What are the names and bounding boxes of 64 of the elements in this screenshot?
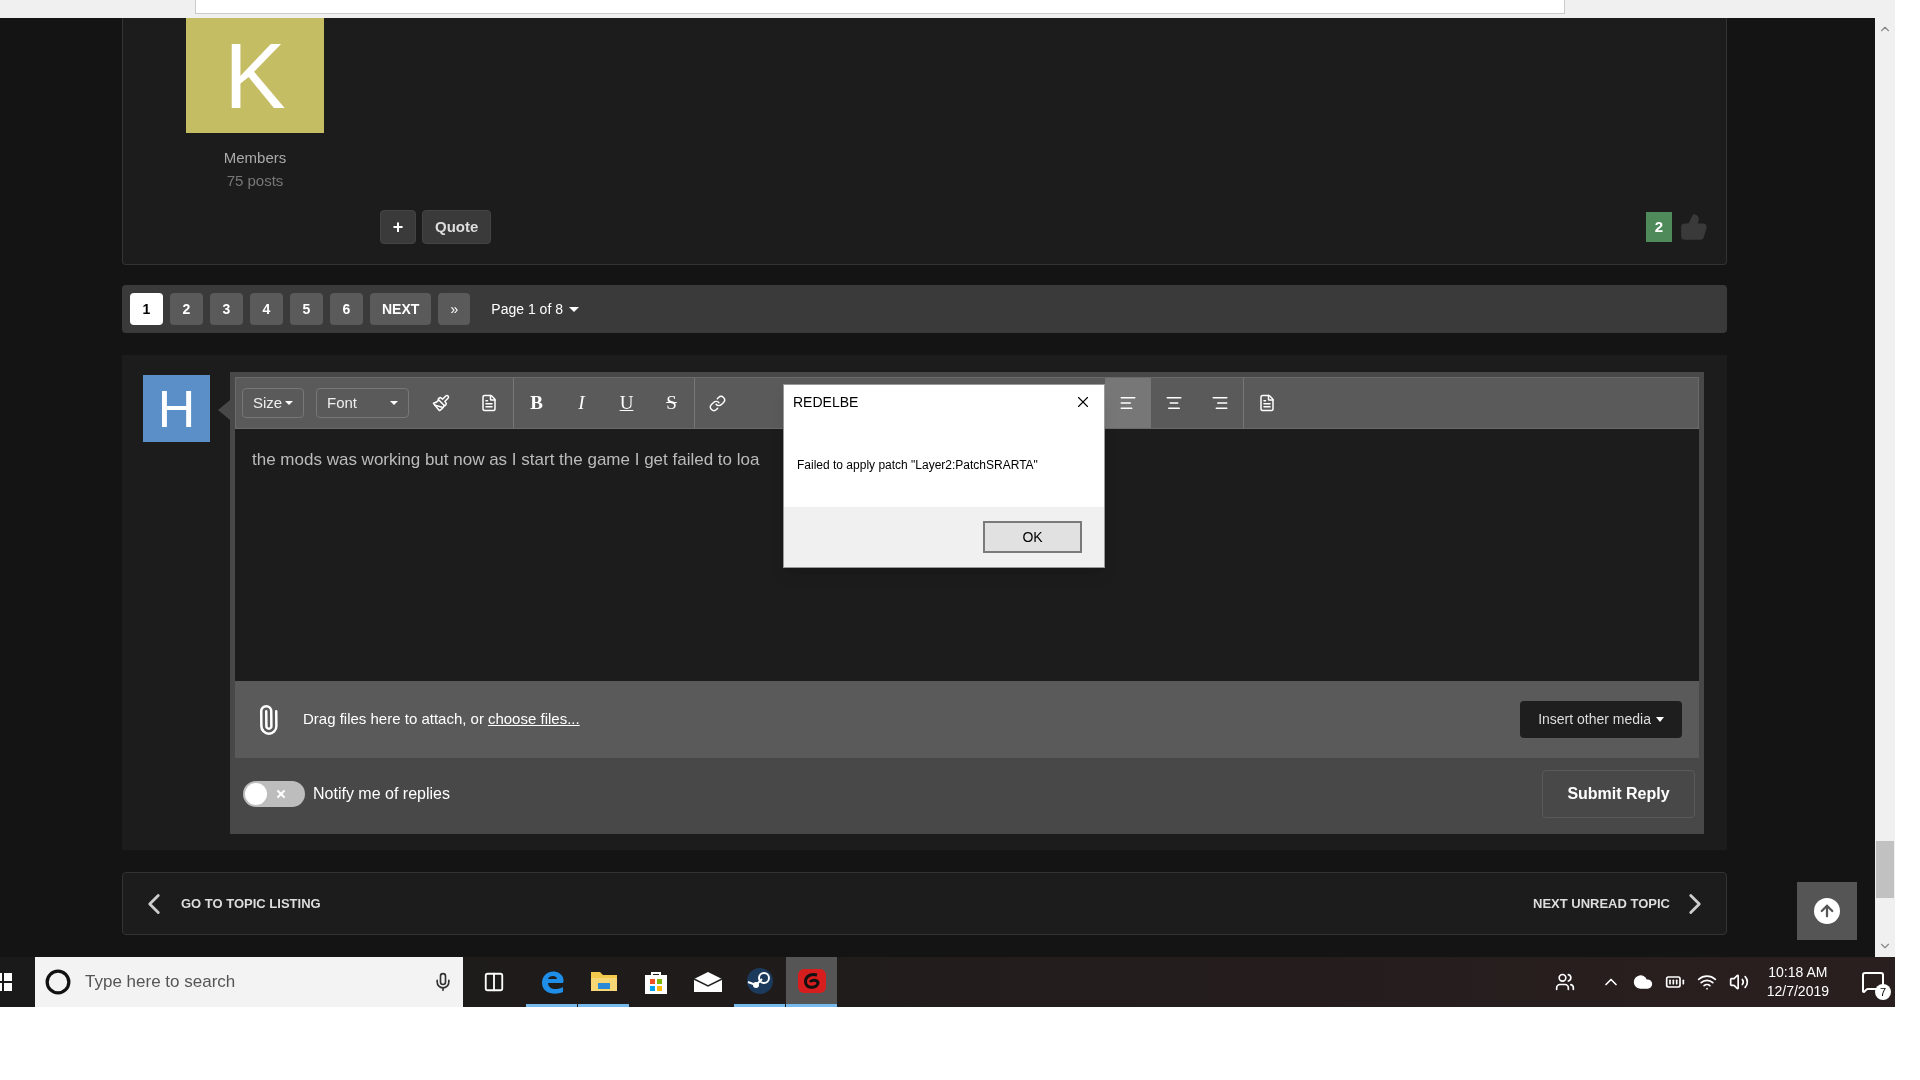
next-topic-link[interactable]: NEXT UNREAD TOPIC (1533, 886, 1712, 921)
caret-icon (390, 401, 398, 405)
arrow-up-icon (1814, 898, 1840, 924)
size-dropdown[interactable]: Size (242, 388, 304, 418)
dialog-title: REDELBE (793, 392, 859, 412)
document-icon (480, 394, 498, 412)
add-button[interactable]: + (380, 210, 416, 244)
avatar: H (143, 375, 210, 442)
clock[interactable]: 10:18 AM 12/7/2019 (1766, 963, 1829, 1001)
align-left-icon (1119, 394, 1137, 412)
caret-icon (568, 306, 579, 312)
volume-icon[interactable] (1728, 972, 1749, 992)
envelope-icon (692, 971, 723, 993)
insert-media-button[interactable]: Insert other media (1520, 701, 1682, 738)
attach-text: Drag files here to attach, or (303, 709, 484, 730)
close-icon (275, 787, 287, 800)
game-icon (796, 966, 827, 995)
wifi-icon[interactable] (1696, 972, 1717, 992)
page-button[interactable]: 6 (330, 293, 363, 325)
taskbar-app[interactable] (786, 957, 837, 1007)
page-button[interactable]: 5 (290, 293, 323, 325)
strike-button[interactable]: S (649, 378, 694, 428)
underline-button[interactable]: U (604, 378, 649, 428)
caret-icon (285, 401, 293, 405)
steam-icon (745, 966, 774, 995)
page-button[interactable]: 4 (250, 293, 283, 325)
mic-icon[interactable] (433, 972, 453, 992)
italic-button[interactable]: I (559, 378, 604, 428)
document-icon (1257, 394, 1276, 412)
page-button[interactable]: 1 (130, 293, 163, 325)
notification-icon[interactable] (1861, 970, 1885, 994)
member-group: Members (186, 147, 324, 170)
task-view-icon (483, 971, 505, 993)
reputation-count: 2 (1646, 212, 1672, 242)
next-button[interactable]: NEXT (370, 293, 432, 325)
align-center-icon (1165, 394, 1183, 412)
ok-button[interactable]: OK (983, 521, 1082, 553)
search-icon (45, 969, 71, 995)
last-page-button[interactable]: » (438, 293, 471, 325)
search-field[interactable]: Type here to search (35, 957, 463, 1007)
caret-icon (1656, 717, 1664, 722)
scroll-to-top-button[interactable] (1797, 882, 1857, 940)
font-dropdown[interactable]: Font (316, 388, 409, 418)
topic-listing-link[interactable]: GO TO TOPIC LISTING (137, 886, 321, 921)
page-button[interactable]: 3 (210, 293, 243, 325)
cloud-icon[interactable] (1632, 972, 1653, 992)
notify-label: Notify me of replies (313, 783, 450, 804)
quote-button[interactable]: Quote (422, 210, 492, 244)
choose-files-link[interactable]: choose files... (487, 708, 580, 731)
dialog-message: Failed to apply patch "Layer2:PatchSRARTA" (796, 457, 1039, 474)
align-right-icon (1211, 394, 1229, 412)
thumbs-up-icon[interactable] (1680, 213, 1708, 241)
link-icon (709, 394, 726, 412)
notification-count: 7 (1875, 984, 1891, 1000)
avatar: K (186, 18, 324, 133)
page-button[interactable]: 2 (170, 293, 203, 325)
people-icon[interactable] (1554, 972, 1575, 992)
submit-reply-button[interactable]: Submit Reply (1542, 769, 1695, 818)
bold-button[interactable]: B (514, 378, 559, 428)
paintbrush-icon (432, 394, 450, 412)
post-count: 75 posts (225, 170, 285, 191)
page-jump-menu[interactable]: Page 1 of 8 (491, 298, 579, 320)
scrollbar-thumb[interactable] (1876, 841, 1894, 898)
notify-toggle[interactable] (243, 780, 305, 807)
